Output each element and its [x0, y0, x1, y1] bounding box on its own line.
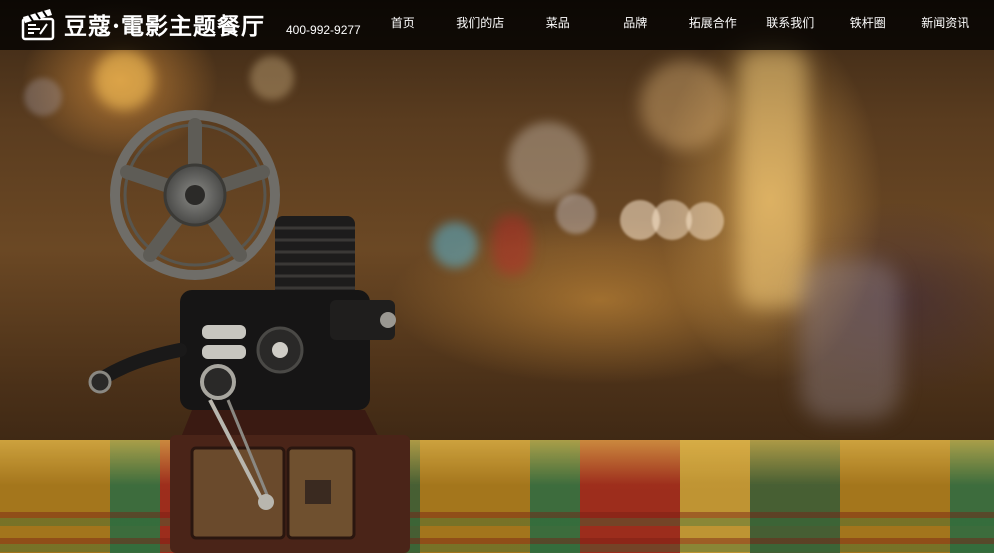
phone-number: 400-992-9277	[286, 23, 361, 37]
bokeh-light	[94, 50, 154, 110]
bokeh-light	[432, 222, 478, 268]
lamp-house	[275, 216, 355, 298]
bokeh-light	[508, 122, 588, 202]
bokeh-light	[24, 78, 62, 116]
nav-item-fan-club[interactable]: 铁杆圈	[829, 0, 907, 46]
bokeh-light	[686, 202, 724, 240]
projector-base	[170, 399, 410, 553]
projector-body	[88, 290, 396, 410]
top-navbar: 豆蔻·電影主题餐厅 400-992-9277 首页 我们的店 菜品 品牌 拓展合…	[0, 0, 994, 50]
bokeh-light	[492, 215, 532, 275]
film-projector-image	[88, 110, 410, 553]
film-reel	[110, 110, 280, 280]
hero-banner	[0, 0, 994, 553]
bokeh-light	[800, 260, 900, 420]
nav-item-partnership[interactable]: 拓展合作	[674, 0, 752, 46]
main-nav: 首页 我们的店 菜品 品牌 拓展合作 联系我们 铁杆圈 新闻资讯	[364, 0, 994, 50]
bokeh-light	[250, 56, 294, 100]
nav-item-menu[interactable]: 菜品	[519, 0, 597, 46]
nav-item-news[interactable]: 新闻资讯	[907, 0, 985, 46]
site-logo[interactable]: 豆蔻·電影主题餐厅	[20, 4, 265, 44]
nav-item-contact[interactable]: 联系我们	[752, 0, 830, 46]
nav-item-home[interactable]: 首页	[364, 0, 442, 46]
brand-name: 豆蔻·電影主题餐厅	[64, 13, 266, 40]
clapperboard-icon	[21, 9, 55, 41]
bokeh-light	[640, 60, 730, 150]
nav-item-brand[interactable]: 品牌	[597, 0, 675, 46]
bokeh-light	[738, 48, 808, 308]
nav-item-our-stores[interactable]: 我们的店	[442, 0, 520, 46]
bokeh-light	[556, 194, 596, 234]
